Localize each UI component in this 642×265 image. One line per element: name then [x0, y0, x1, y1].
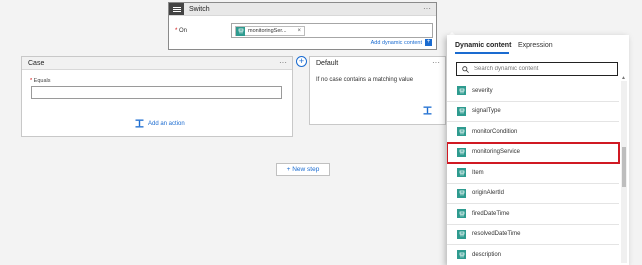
dynamic-content-panel: Dynamic content Expression ▲ severitysig…: [447, 35, 629, 265]
default-menu-button[interactable]: ···: [432, 58, 440, 68]
variable-icon: [457, 250, 466, 260]
list-item-label: monitorCondition: [472, 128, 518, 135]
scrollbar[interactable]: [621, 81, 627, 263]
list-item-label: signalType: [472, 108, 501, 115]
list-item[interactable]: Item: [447, 163, 619, 184]
list-item-label: resolvedDateTime: [472, 231, 521, 238]
add-action-icon[interactable]: [423, 106, 432, 115]
default-description: If no case contains a matching value: [316, 77, 414, 83]
monitoring-service-token[interactable]: monitoringSer... ×: [235, 26, 305, 36]
on-field[interactable]: monitoringSer... ×: [231, 23, 433, 38]
list-item-label: severity: [472, 87, 493, 94]
add-case-button[interactable]: +: [296, 56, 307, 67]
equals-label: * Equals: [30, 78, 51, 84]
list-item[interactable]: monitoringService: [447, 141, 620, 164]
variable-icon: [457, 106, 466, 116]
tab-dynamic-content[interactable]: Dynamic content: [455, 42, 511, 49]
case-header[interactable]: Case ···: [22, 57, 292, 70]
token-remove-icon[interactable]: ×: [297, 28, 301, 34]
variable-icon: [457, 127, 466, 137]
dynamic-content-list: severity signalType monitorCondition monito…: [447, 81, 620, 265]
list-item-label: description: [472, 251, 502, 258]
add-dynamic-plus-icon: +: [425, 39, 432, 46]
switch-title: Switch: [189, 5, 210, 13]
equals-input[interactable]: [31, 86, 282, 99]
scroll-thumb[interactable]: [622, 147, 626, 187]
switch-header[interactable]: Switch ···: [169, 3, 436, 16]
list-item-label: Item: [472, 169, 484, 176]
add-action-label: Add an action: [148, 120, 185, 127]
variable-icon: [457, 147, 466, 157]
variable-icon: [236, 26, 245, 36]
variable-icon: [457, 229, 466, 239]
default-title: Default: [316, 60, 339, 67]
list-item[interactable]: severity: [447, 81, 619, 102]
list-item[interactable]: resolvedDateTime: [447, 225, 619, 245]
search-icon: [462, 65, 469, 73]
default-header[interactable]: Default ···: [310, 57, 445, 70]
list-item-label: originAlertId: [472, 190, 505, 197]
list-item-label: monitoringService: [472, 149, 521, 156]
list-item[interactable]: monitorCondition: [447, 122, 619, 143]
active-tab-indicator: [455, 52, 509, 54]
default-card: Default ··· If no case contains a matchi…: [309, 56, 446, 125]
add-dynamic-content-label: Add dynamic content: [370, 39, 422, 46]
case-menu-button[interactable]: ···: [279, 58, 287, 68]
search-input[interactable]: [474, 66, 614, 72]
list-item[interactable]: firedDateTime: [447, 204, 619, 225]
new-step-button[interactable]: + New step: [276, 163, 330, 176]
variable-icon: [457, 86, 466, 96]
add-action-button[interactable]: Add an action: [135, 119, 185, 128]
switch-card: Switch ··· * On monitoringSer... × Add d…: [168, 2, 437, 50]
list-item[interactable]: signalType: [447, 102, 619, 122]
tab-expression[interactable]: Expression: [518, 42, 553, 49]
case-card: Case ··· * Equals Add an action: [21, 56, 293, 137]
list-item-label: firedDateTime: [472, 210, 510, 217]
add-dynamic-content-link[interactable]: Add dynamic content +: [371, 39, 432, 46]
variable-icon: [457, 209, 466, 219]
list-item[interactable]: description: [447, 245, 619, 265]
case-title: Case: [28, 59, 45, 67]
search-box[interactable]: [456, 62, 618, 76]
variable-icon: [457, 168, 466, 178]
switch-icon: [169, 3, 184, 15]
variable-icon: [457, 188, 466, 198]
add-action-icon: [135, 119, 144, 128]
list-item[interactable]: originAlertId: [447, 184, 619, 204]
panel-tabs: Dynamic content Expression: [447, 35, 629, 57]
switch-menu-button[interactable]: ···: [423, 4, 431, 14]
token-label: monitoringSer...: [248, 28, 287, 34]
on-label: * On: [175, 28, 188, 34]
